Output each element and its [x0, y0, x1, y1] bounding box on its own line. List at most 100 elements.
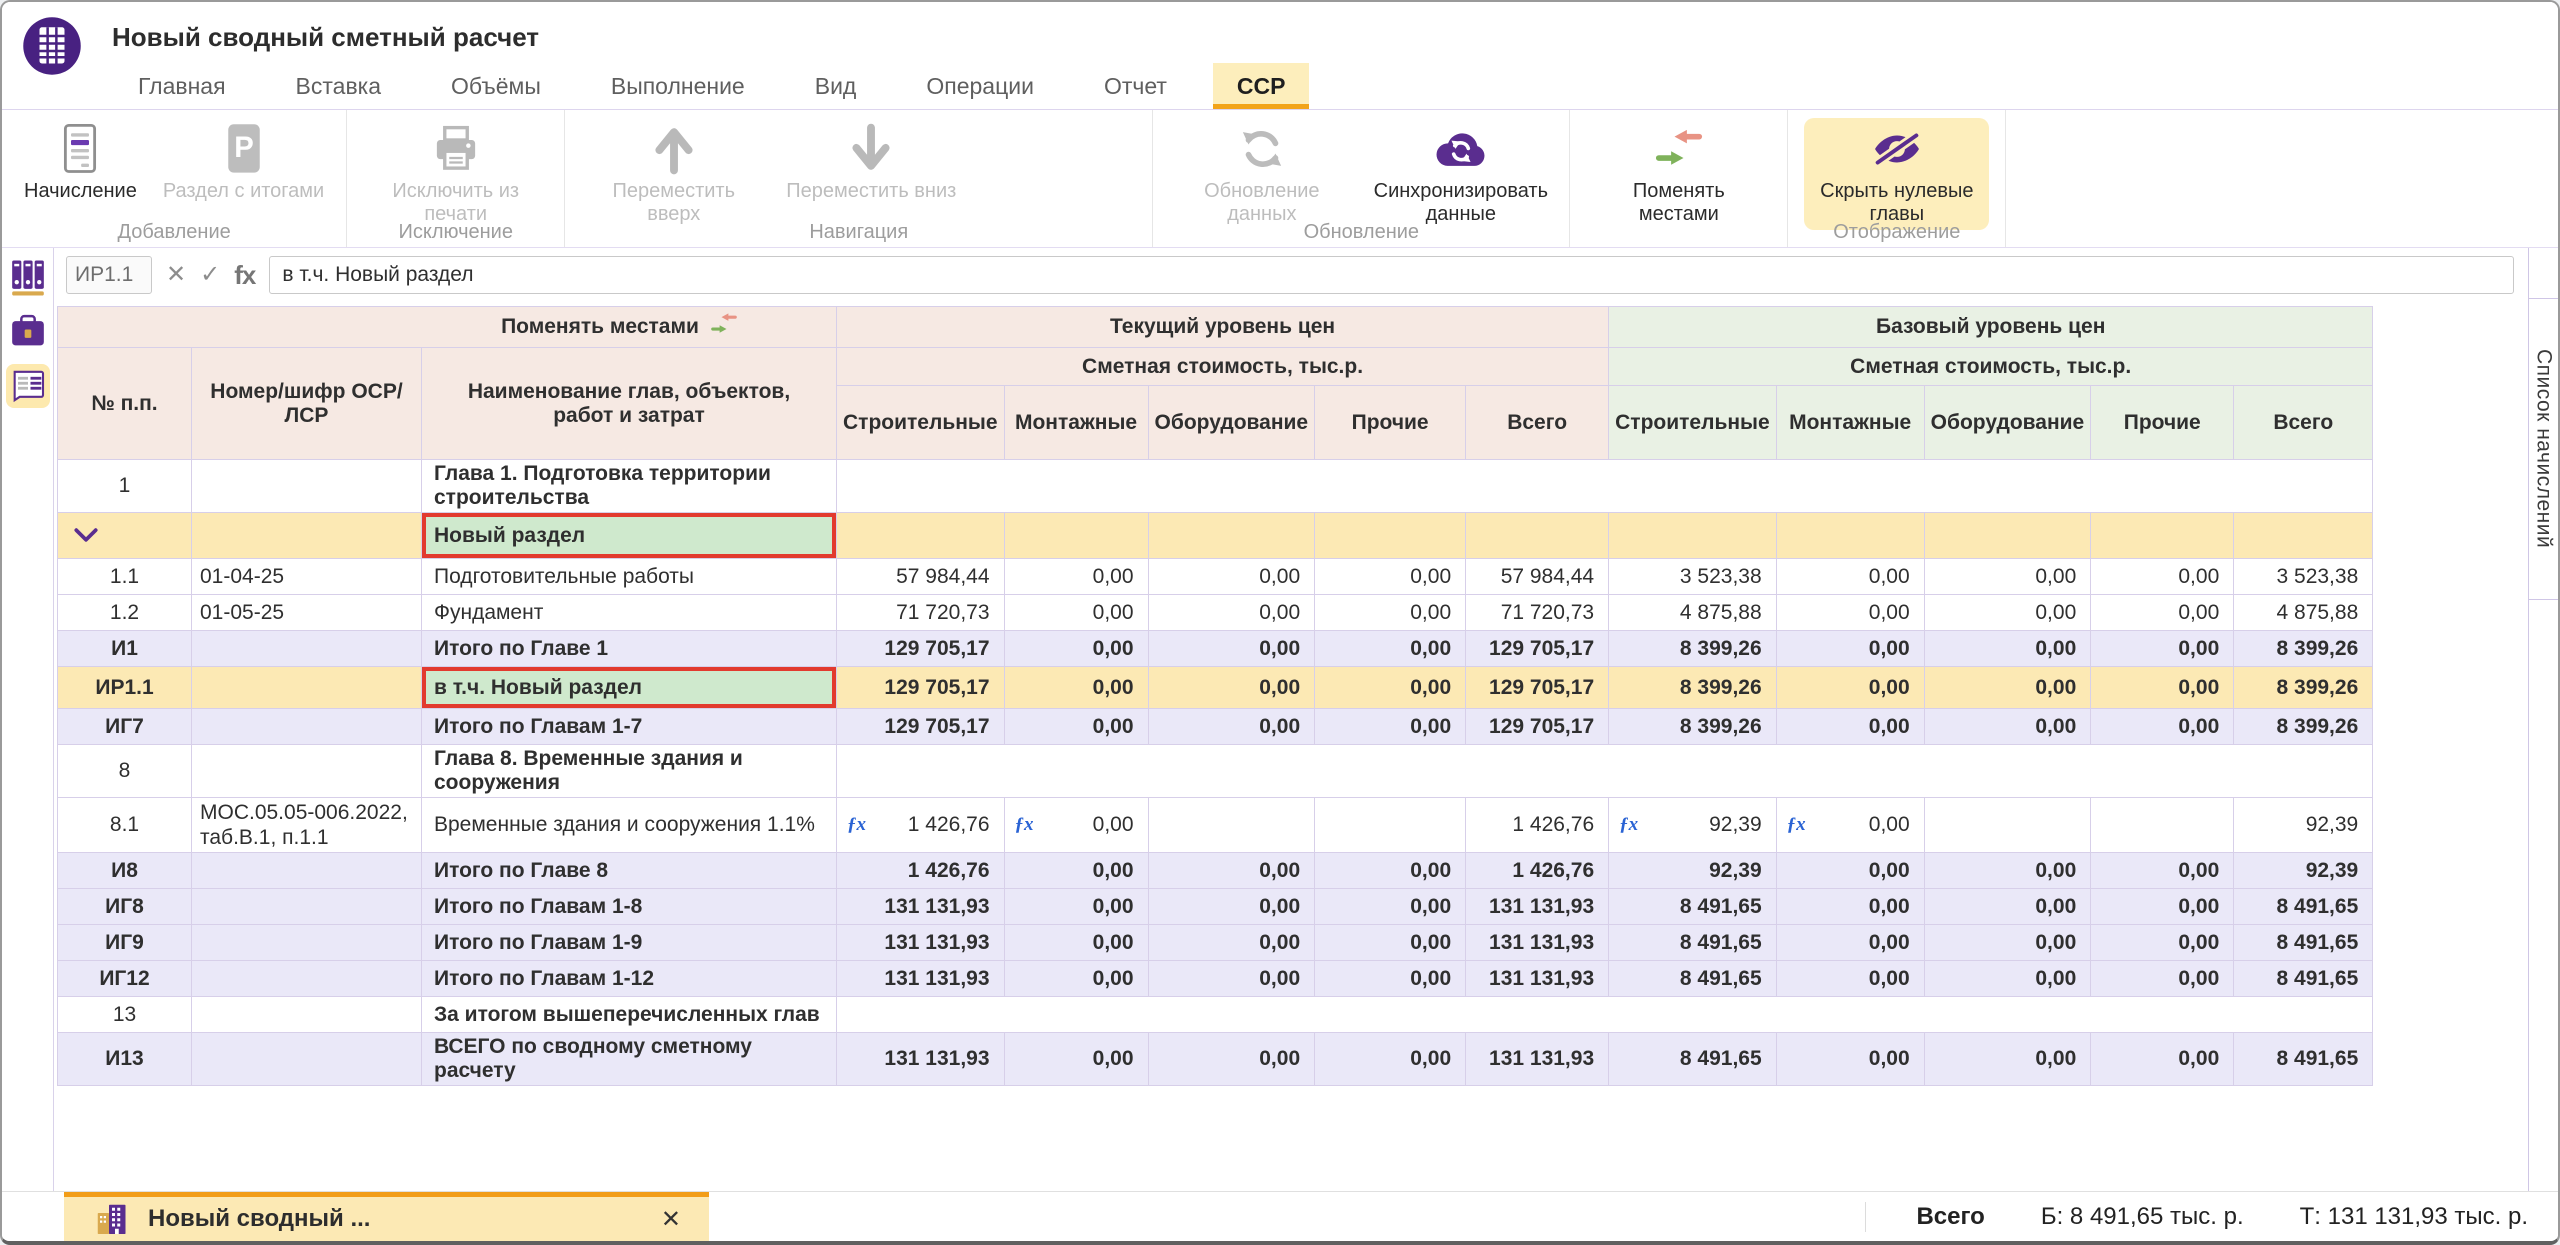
cell-value[interactable]: 8 491,65	[1609, 925, 1777, 961]
cell-value[interactable]: 0,00	[1004, 667, 1148, 709]
cell-value[interactable]	[1609, 513, 1777, 559]
cell-value[interactable]	[1466, 513, 1609, 559]
cell-value[interactable]: 131 131,93	[837, 961, 1005, 997]
cell-name[interactable]: Подготовительные работы	[422, 559, 837, 595]
close-document-icon[interactable]: ✕	[657, 1205, 685, 1234]
cell-value[interactable]	[2234, 513, 2373, 559]
cell-value[interactable]: 8 399,26	[1609, 709, 1777, 745]
cell-name[interactable]: в т.ч. Новый раздел	[422, 667, 837, 709]
document-tab[interactable]: Новый сводный ... ✕	[64, 1192, 709, 1241]
cell-value[interactable]	[2091, 798, 2234, 853]
cell-code[interactable]: 01-04-25	[192, 559, 422, 595]
cell-num[interactable]: 1.2	[58, 595, 192, 631]
cell-value[interactable]: 0,00	[1776, 667, 1924, 709]
cell-name[interactable]: Глава 1. Подготовка территории строитель…	[422, 460, 837, 513]
cell-value[interactable]	[1924, 513, 2091, 559]
cell-value[interactable]: 0,00	[1776, 595, 1924, 631]
cell-code[interactable]: МОС.05.05-006.2022, таб.В.1, п.1.1	[192, 798, 422, 853]
cell-value[interactable]: 57 984,44	[837, 559, 1005, 595]
cell-value[interactable]: 0,00	[1776, 709, 1924, 745]
cell-value[interactable]: 1 426,76	[837, 853, 1005, 889]
cell-value[interactable]: 0,00	[1315, 853, 1466, 889]
cell-code[interactable]	[192, 853, 422, 889]
briefcase-icon[interactable]	[6, 310, 50, 354]
cell-value[interactable]: 3 523,38	[2234, 559, 2373, 595]
cell-value[interactable]: ƒx92,39	[1609, 798, 1777, 853]
cell-value[interactable]: 0,00	[1315, 889, 1466, 925]
cell-name[interactable]: ВСЕГО по сводному сметному расчету	[422, 1033, 837, 1086]
cell-value[interactable]: 0,00	[1315, 559, 1466, 595]
cell-value[interactable]: 0,00	[1148, 559, 1315, 595]
cell-value[interactable]: 0,00	[1776, 1033, 1924, 1086]
cell-value[interactable]: 0,00	[1776, 925, 1924, 961]
confirm-entry-icon[interactable]: ✓	[200, 263, 220, 287]
cell-num[interactable]: 1.1	[58, 559, 192, 595]
cell-value[interactable]	[1148, 798, 1315, 853]
cell-value[interactable]: 0,00	[2091, 889, 2234, 925]
cell-value[interactable]: 0,00	[1924, 631, 2091, 667]
cell-name[interactable]: Фундамент	[422, 595, 837, 631]
cell-value[interactable]: 0,00	[2091, 925, 2234, 961]
cell-value[interactable]: 0,00	[1148, 889, 1315, 925]
cell-value[interactable]: 8 491,65	[1609, 1033, 1777, 1086]
cell-value[interactable]: 131 131,93	[837, 925, 1005, 961]
cell-value[interactable]: 0,00	[1315, 631, 1466, 667]
cell-value[interactable]: 0,00	[1148, 667, 1315, 709]
cell-value[interactable]: 0,00	[1004, 889, 1148, 925]
cell-value[interactable]: 8 399,26	[2234, 667, 2373, 709]
cell-value[interactable]: 0,00	[1924, 1033, 2091, 1086]
cell-value[interactable]: 0,00	[1148, 925, 1315, 961]
cell-value[interactable]: 0,00	[2091, 631, 2234, 667]
cell-value[interactable]: 0,00	[1148, 631, 1315, 667]
estimate-sheet-icon[interactable]	[6, 364, 50, 408]
expand-chevron-cell[interactable]	[58, 513, 192, 559]
cell-value[interactable]: 8 491,65	[2234, 961, 2373, 997]
cell-value[interactable]: 3 523,38	[1609, 559, 1777, 595]
cell-value[interactable]: ƒx0,00	[1776, 798, 1924, 853]
cell-value[interactable]: 0,00	[1148, 961, 1315, 997]
cell-value[interactable]: 0,00	[1004, 559, 1148, 595]
accrual-button[interactable]: Начисление	[18, 118, 143, 207]
cell-value[interactable]	[2091, 513, 2234, 559]
swap-button[interactable]: Поменять местами	[1586, 118, 1771, 230]
cell-value[interactable]: 71 720,73	[1466, 595, 1609, 631]
cell-value[interactable]: 129 705,17	[1466, 709, 1609, 745]
cell-code[interactable]	[192, 997, 422, 1033]
cell-code[interactable]	[192, 961, 422, 997]
cell-value[interactable]: 0,00	[1924, 709, 2091, 745]
cell-value[interactable]: 0,00	[1776, 559, 1924, 595]
cell-value[interactable]: 8 491,65	[1609, 961, 1777, 997]
cell-num[interactable]: ИГ7	[58, 709, 192, 745]
exclude-from-print-button[interactable]: Исключить из печати	[363, 118, 548, 230]
accruals-list-tab[interactable]: Список начислений	[2529, 298, 2558, 600]
cell-value[interactable]: 131 131,93	[1466, 1033, 1609, 1086]
cell-name[interactable]: Итого по Главам 1-12	[422, 961, 837, 997]
cell-code[interactable]	[192, 925, 422, 961]
cell-num[interactable]: И13	[58, 1033, 192, 1086]
refresh-data-button[interactable]: Обновление данных	[1169, 118, 1354, 230]
cell-value[interactable]: 0,00	[1004, 961, 1148, 997]
cell-value[interactable]: 0,00	[1315, 1033, 1466, 1086]
documents-list-icon[interactable]	[6, 256, 50, 300]
cell-value[interactable]: ƒx0,00	[1004, 798, 1148, 853]
cell-value[interactable]: 8 399,26	[1609, 631, 1777, 667]
cell-name[interactable]: Итого по Главам 1-7	[422, 709, 837, 745]
cell-value[interactable]: 0,00	[1148, 1033, 1315, 1086]
cell-value[interactable]: 0,00	[1924, 853, 2091, 889]
cell-value[interactable]	[1924, 798, 2091, 853]
cell-name[interactable]: Итого по Главе 8	[422, 853, 837, 889]
cell-value[interactable]: 8 399,26	[1609, 667, 1777, 709]
cell-name[interactable]: Глава 8. Временные здания и сооружения	[422, 745, 837, 798]
tab-сср[interactable]: ССР	[1213, 63, 1310, 109]
cell-value[interactable]: 131 131,93	[1466, 961, 1609, 997]
cell-value[interactable]: 129 705,17	[1466, 631, 1609, 667]
cell-value[interactable]: 0,00	[1315, 667, 1466, 709]
cell-num[interactable]: ИГ8	[58, 889, 192, 925]
cell-num[interactable]: И8	[58, 853, 192, 889]
swap-sections-header[interactable]: Поменять местами	[58, 307, 837, 348]
cell-value[interactable]: 1 426,76	[1466, 798, 1609, 853]
cell-value[interactable]: 0,00	[1924, 889, 2091, 925]
cell-code[interactable]	[192, 889, 422, 925]
cell-value[interactable]: 0,00	[1776, 631, 1924, 667]
hide-zero-chapters-button[interactable]: Скрыть нулевые главы	[1804, 118, 1989, 230]
